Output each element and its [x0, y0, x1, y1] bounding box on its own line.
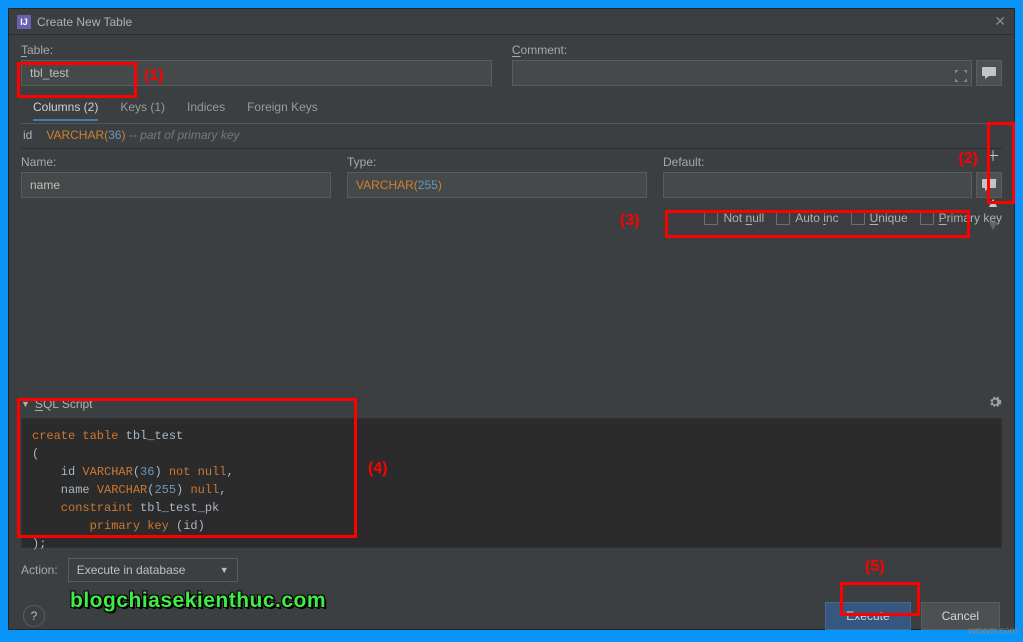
type-label: Type:: [347, 155, 647, 169]
remove-button[interactable]: −: [982, 168, 1004, 190]
default-label: Default:: [663, 155, 1002, 169]
source-text: wsxvn.com: [969, 626, 1018, 637]
column-type-input[interactable]: VARCHAR(255): [347, 172, 647, 198]
sql-section-header[interactable]: ▼ SQL Script: [21, 225, 1002, 412]
comment-popup-button[interactable]: [976, 60, 1002, 86]
side-toolbar: ＋ − ▲ ▼: [982, 145, 1004, 236]
column-list-row[interactable]: id VARCHAR(36) -- part of primary key: [21, 123, 1002, 149]
tab-keys[interactable]: Keys (1): [120, 100, 165, 121]
column-name-input[interactable]: [21, 172, 331, 198]
check-not-null[interactable]: Not null: [704, 211, 764, 225]
action-select[interactable]: Execute in database ▼: [68, 558, 238, 582]
expand-icon[interactable]: [955, 70, 967, 82]
titlebar: IJ Create New Table ✕: [9, 9, 1014, 35]
sql-section-label: SQL Script: [35, 397, 93, 411]
table-name-input[interactable]: [21, 60, 492, 86]
checkbox-row: Not null Auto inc Unique Primary key: [663, 211, 1002, 225]
name-label: Name:: [21, 155, 331, 169]
add-button[interactable]: ＋: [982, 145, 1004, 167]
comment-label: Comment:: [512, 43, 1002, 57]
check-auto-inc[interactable]: Auto inc: [776, 211, 838, 225]
comment-field: Comment:: [512, 43, 1002, 86]
gear-icon[interactable]: [988, 395, 1002, 412]
move-down-button[interactable]: ▼: [982, 214, 1004, 236]
watermark-text: blogchiasekienthuc.com: [70, 589, 326, 613]
close-icon[interactable]: ✕: [994, 13, 1006, 30]
window-title: Create New Table: [37, 15, 132, 29]
content-area: TTable:able: Comment: Columns (2) Keys: [9, 35, 1014, 590]
sql-editor[interactable]: create table tbl_test ( id VARCHAR(36) n…: [21, 418, 1002, 548]
default-input[interactable]: [663, 172, 972, 198]
column-name-id: id: [23, 128, 32, 142]
annotation-label-4: (4): [368, 460, 388, 478]
table-label: TTable:able:: [21, 43, 492, 57]
dialog-window: IJ Create New Table ✕ TTable:able: Comme…: [8, 8, 1015, 630]
annotation-label-2: (2): [958, 150, 978, 168]
action-label: Action:: [21, 563, 58, 577]
tab-columns[interactable]: Columns (2): [33, 100, 98, 121]
collapse-icon[interactable]: ▼: [21, 399, 30, 409]
execute-button[interactable]: Execute: [825, 602, 910, 630]
comment-input[interactable]: [512, 60, 972, 86]
move-up-button[interactable]: ▲: [982, 191, 1004, 213]
help-button[interactable]: ?: [23, 605, 45, 627]
annotation-label-5: (5): [865, 558, 885, 576]
table-field: TTable:able:: [21, 43, 492, 86]
app-icon: IJ: [17, 15, 31, 29]
column-type-id: VARCHAR(36) -- part of primary key: [46, 128, 239, 142]
tabs: Columns (2) Keys (1) Indices Foreign Key…: [21, 100, 1002, 121]
tab-foreign-keys[interactable]: Foreign Keys: [247, 100, 318, 121]
annotation-label-1: (1): [144, 67, 164, 85]
annotation-label-3: (3): [620, 212, 640, 230]
check-unique[interactable]: Unique: [851, 211, 908, 225]
tab-indices[interactable]: Indices: [187, 100, 225, 121]
